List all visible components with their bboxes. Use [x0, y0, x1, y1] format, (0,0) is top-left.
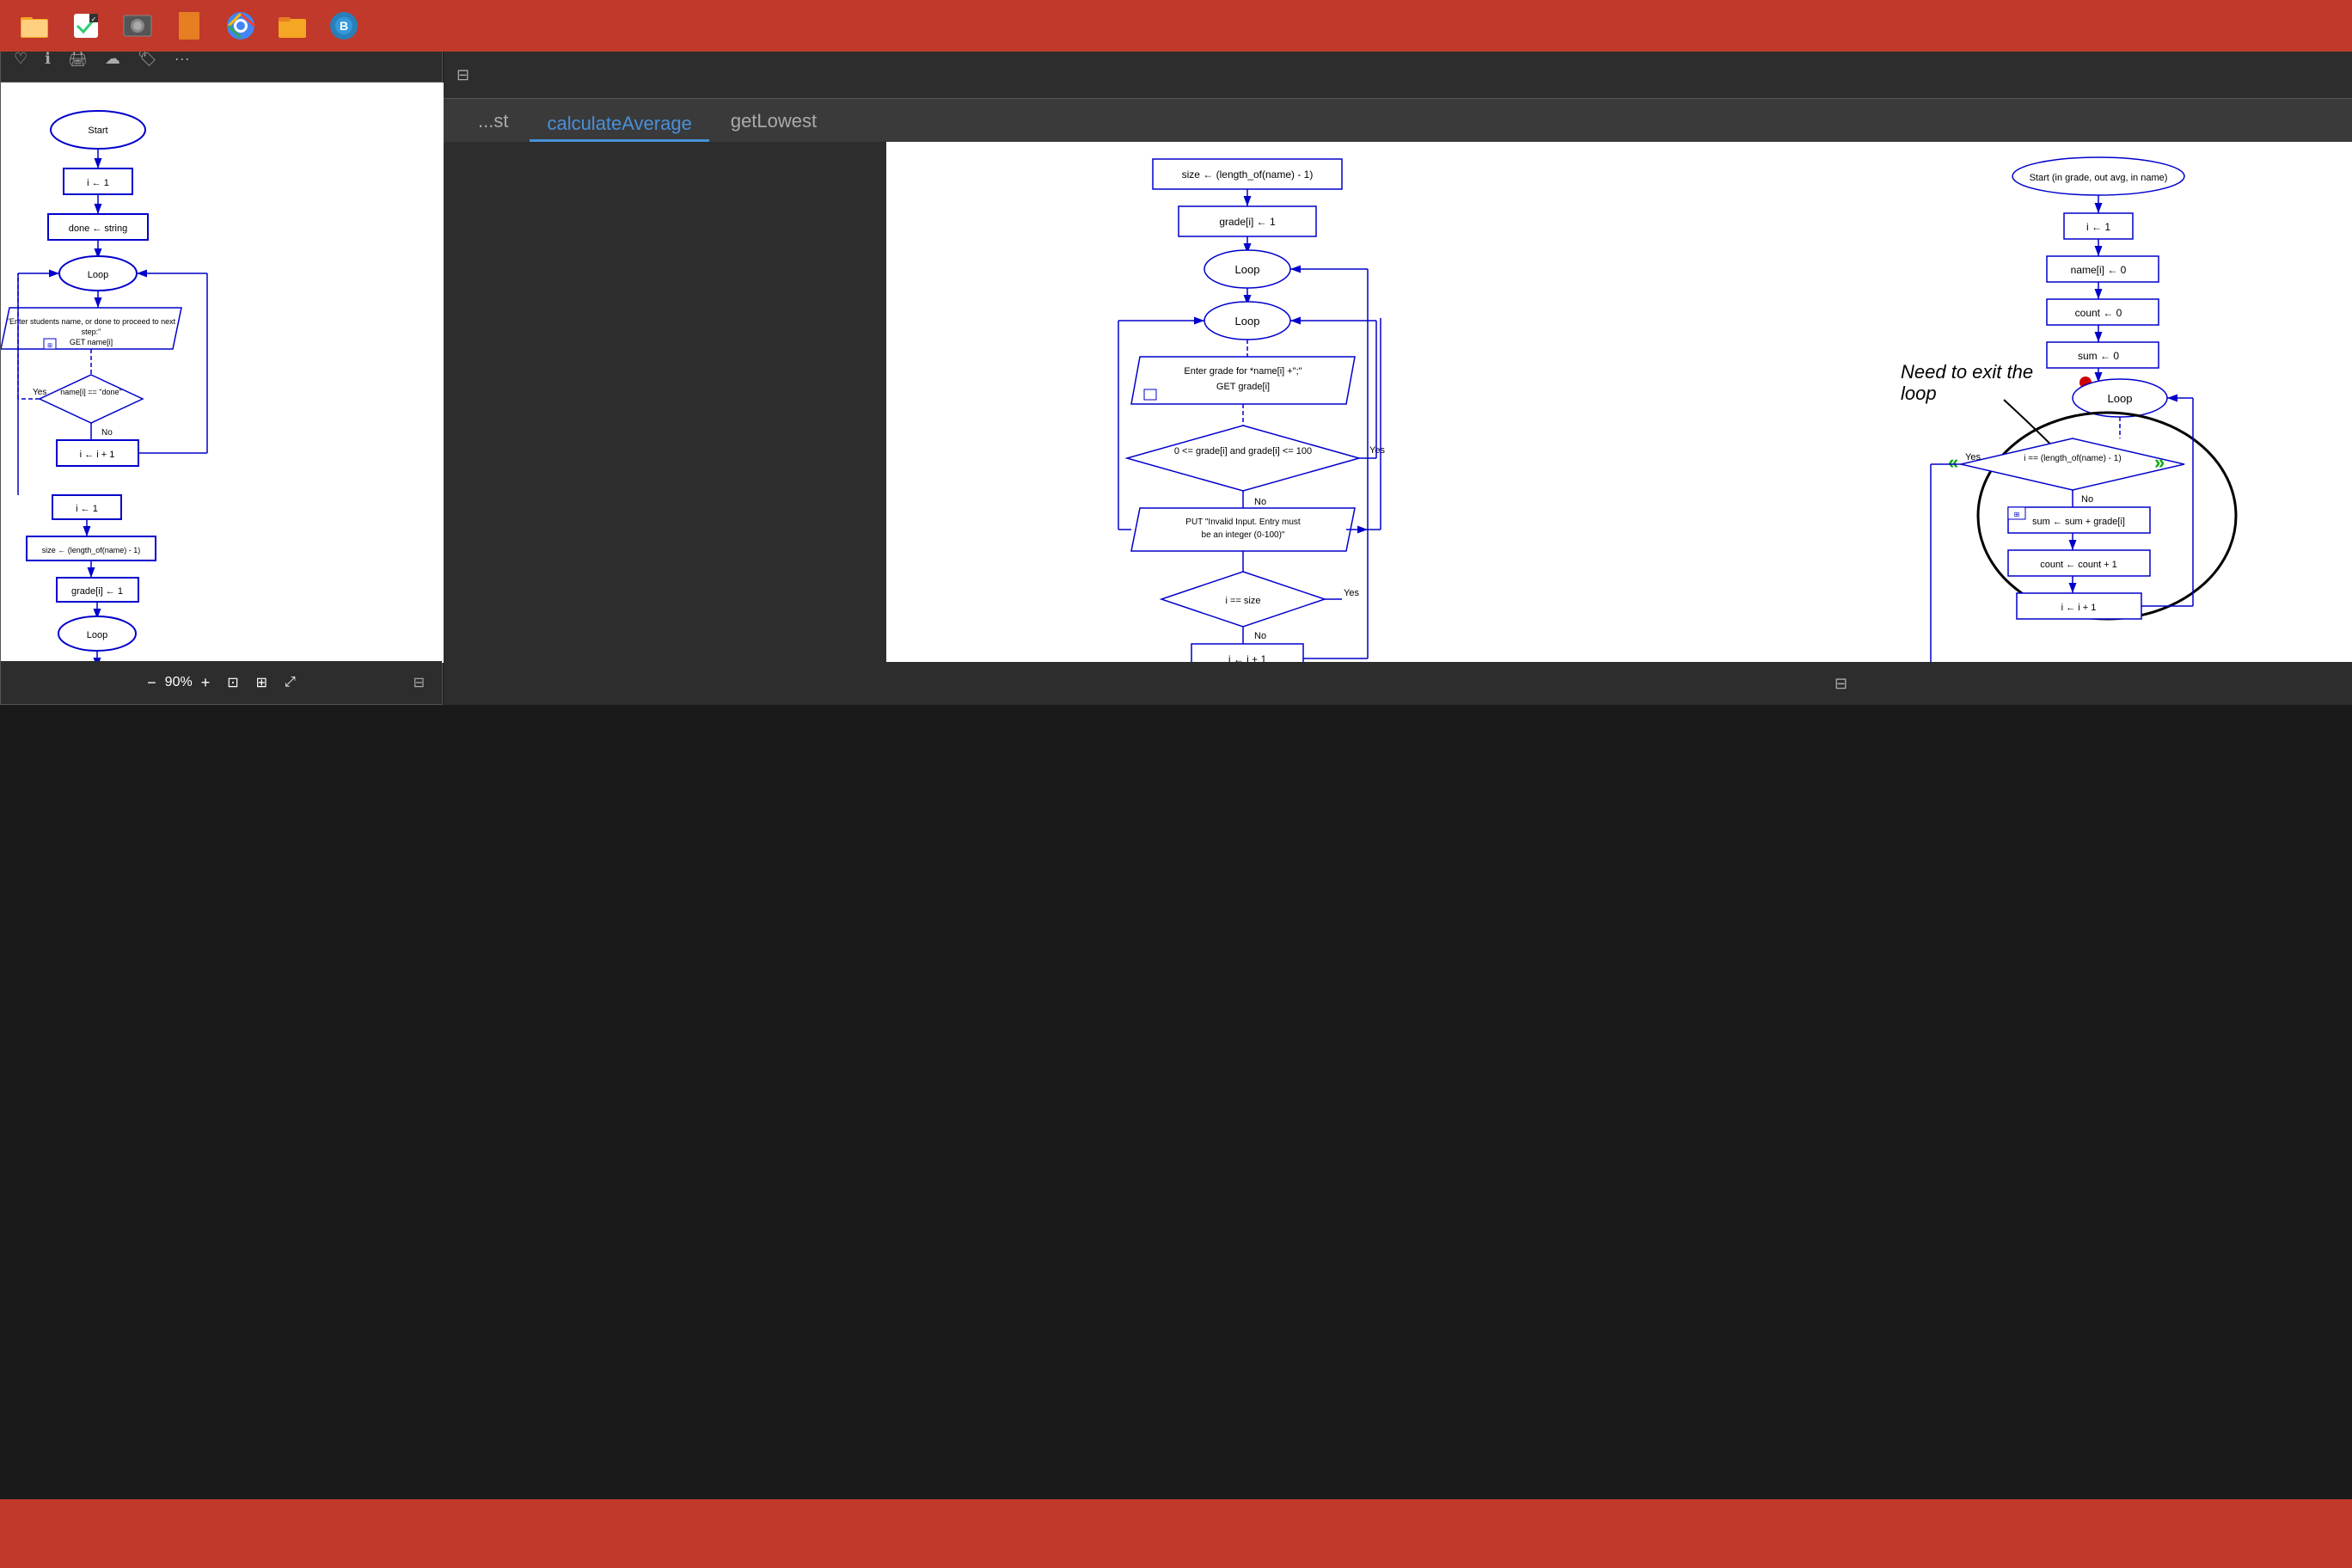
svg-text:be an integer (0-100)": be an integer (0-100)": [1202, 530, 1285, 540]
svg-text:step:": step:": [82, 328, 101, 336]
print-icon[interactable]: 🖨: [68, 50, 88, 68]
folder-icon[interactable]: [17, 9, 52, 43]
diagram-area: size ← (length_of(name) - 1) grade[i] ← …: [886, 142, 2352, 675]
display2-icon[interactable]: ⊟: [456, 66, 469, 84]
svg-text:Loop: Loop: [2108, 392, 2133, 405]
page-nav-button[interactable]: ⊞: [256, 674, 267, 691]
svg-text:done ← string: done ← string: [69, 224, 127, 234]
tab-calculateaverage[interactable]: calculateAverage: [530, 106, 708, 142]
tab-bar: ...st calculateAverage getLowest: [444, 99, 2352, 142]
svg-text:i ← 1: i ← 1: [87, 178, 109, 188]
svg-text:B: B: [340, 19, 348, 33]
tab-getlowest[interactable]: getLowest: [714, 103, 834, 142]
svg-text:Enter grade for *name[i] +";": Enter grade for *name[i] +";": [1184, 366, 1302, 377]
svg-text:✓: ✓: [91, 15, 97, 23]
fit-page-button[interactable]: ⊡: [227, 674, 238, 691]
svg-text:⊞: ⊞: [2014, 511, 2020, 518]
svg-text:sum ← 0: sum ← 0: [2078, 350, 2119, 362]
svg-text:No: No: [1254, 631, 1266, 641]
svg-text:i ← 1: i ← 1: [2086, 221, 2110, 233]
more-icon[interactable]: ···: [175, 50, 190, 68]
window-right: 📷 2024-03-09.png ✏ 🔍 🗑 ♡ ℹ 🖨 ☁ ⊟ ...st c…: [444, 0, 2352, 705]
svg-text:name[i] ← 0: name[i] ← 0: [2071, 264, 2127, 276]
fullscreen-button[interactable]: ⤢: [285, 675, 296, 690]
display-button[interactable]: ⊟: [413, 674, 425, 691]
svg-text:GET grade[i]: GET grade[i]: [1216, 382, 1270, 392]
cloud-icon[interactable]: ☁: [105, 50, 120, 68]
svg-text:i == size: i == size: [1226, 596, 1261, 606]
taskbar-top: ✓: [0, 0, 2352, 52]
info-icon[interactable]: ℹ: [45, 50, 51, 68]
taskbar-bottom: [0, 1499, 2352, 1568]
svg-text:i ← i + 1: i ← i + 1: [2061, 603, 2097, 613]
taskbar-icons: ✓: [0, 9, 378, 43]
svg-text:size ← (length_of(name) - 1): size ← (length_of(name) - 1): [42, 546, 141, 554]
svg-text:grade[i] ← 1: grade[i] ← 1: [71, 586, 123, 597]
svg-text:loop: loop: [1901, 383, 1937, 404]
zoom-out-button[interactable]: −: [147, 674, 156, 692]
svg-text:i ← 1: i ← 1: [76, 504, 98, 514]
svg-text:No: No: [1254, 497, 1266, 507]
display3-icon[interactable]: ⊟: [1834, 675, 1847, 693]
svg-text:Start: Start: [88, 126, 107, 136]
svg-text:Yes: Yes: [33, 388, 46, 397]
svg-text:Start (in grade, out avg, in n: Start (in grade, out avg, in name): [2030, 173, 2168, 183]
svg-text:No: No: [2081, 494, 2093, 505]
left-flowchart-svg: Start i ← 1 done ← string Loop "Enter st…: [1, 83, 444, 663]
svg-text:»: »: [2154, 451, 2165, 473]
chrome-icon[interactable]: [224, 9, 258, 43]
svg-text:Yes: Yes: [1965, 452, 1981, 462]
right-toolbar: ⊟: [444, 52, 2352, 99]
svg-text:Yes: Yes: [1344, 588, 1359, 598]
svg-text:"Enter students name, or done: "Enter students name, or done to proceed…: [7, 317, 176, 326]
middle-flowchart: size ← (length_of(name) - 1) grade[i] ← …: [912, 150, 1600, 675]
svg-text:⊞: ⊞: [47, 343, 52, 349]
svg-text:Need to exit the: Need to exit the: [1901, 361, 2033, 383]
svg-text:name[i] == "done": name[i] == "done": [60, 388, 121, 396]
svg-text:«: «: [1948, 451, 1958, 473]
svg-text:GET name[i]: GET name[i]: [70, 338, 113, 346]
svg-text:i == (length_of(name) - 1): i == (length_of(name) - 1): [2024, 454, 2121, 463]
left-bottom-bar: − 90% + ⊡ ⊞ ⤢ ⊟: [1, 661, 442, 704]
zoom-level: 90%: [165, 675, 193, 690]
svg-text:Yes: Yes: [1369, 445, 1385, 456]
star-icon[interactable]: ♡: [14, 50, 28, 68]
tab-getlowest-prev[interactable]: ...st: [461, 103, 525, 142]
zoom-in-button[interactable]: +: [201, 674, 211, 692]
svg-text:size ← (length_of(name) - 1): size ← (length_of(name) - 1): [1182, 168, 1314, 181]
left-diagram-area: Start i ← 1 done ← string Loop "Enter st…: [1, 83, 444, 663]
svg-text:grade[i] ← 1: grade[i] ← 1: [1219, 216, 1276, 228]
zoom-control: − 90% +: [147, 674, 210, 692]
svg-text:sum ← sum + grade[i]: sum ← sum + grade[i]: [2032, 517, 2125, 527]
tag-icon[interactable]: 🏷: [138, 50, 157, 68]
svg-text:Loop: Loop: [1235, 263, 1260, 276]
svg-text:PUT "Invalid Input. Entry must: PUT "Invalid Input. Entry must: [1185, 518, 1301, 527]
svg-text:Loop: Loop: [87, 630, 107, 640]
svg-text:i ← i + 1: i ← i + 1: [80, 450, 115, 460]
svg-text:count ← count + 1: count ← count + 1: [2040, 560, 2117, 570]
svg-text:0 <= grade[i] and grade[i] <=: 0 <= grade[i] and grade[i] <= 100: [1174, 446, 1312, 456]
bookmark-icon[interactable]: [172, 9, 206, 43]
svg-text:count ← 0: count ← 0: [2075, 307, 2122, 319]
checkbox-icon[interactable]: ✓: [69, 9, 103, 43]
svg-text:No: No: [101, 428, 113, 438]
right-bottom-bar: ⊟: [886, 662, 2352, 705]
svg-text:Loop: Loop: [1235, 315, 1260, 328]
svg-text:Loop: Loop: [88, 270, 108, 280]
folder2-icon[interactable]: [275, 9, 309, 43]
browser-icon[interactable]: B: [327, 9, 361, 43]
window-left: — □ ✕ ♡ ℹ 🖨 ☁ 🏷 ··· Start: [0, 0, 443, 705]
right-flowchart: Need to exit the loop Start (in grade, o…: [1591, 146, 2352, 675]
photo-icon[interactable]: [120, 9, 155, 43]
